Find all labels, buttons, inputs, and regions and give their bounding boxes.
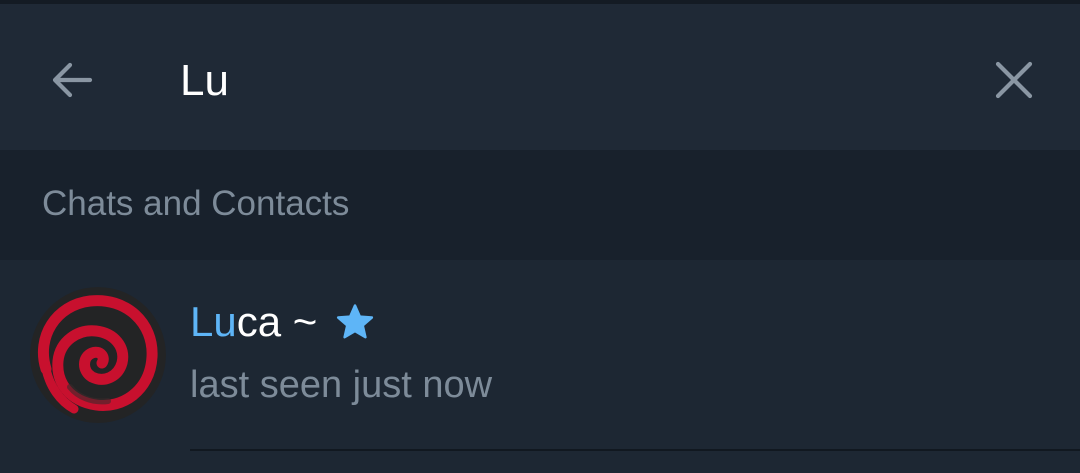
close-icon: [995, 61, 1033, 99]
contact-name: Lu ca ~: [190, 298, 375, 346]
search-bar: [0, 4, 1080, 150]
star-icon: [335, 303, 375, 341]
search-input[interactable]: [180, 50, 940, 112]
contact-status: last seen just now: [190, 364, 493, 406]
back-button[interactable]: [40, 48, 104, 112]
debian-swirl-avatar-icon: [30, 287, 166, 423]
contact-name-match: Lu: [190, 298, 237, 345]
contact-name-rest: ca ~: [236, 298, 318, 345]
row-divider: [190, 449, 1080, 451]
avatar: [30, 287, 166, 423]
chat-result-row[interactable]: Lu ca ~ last seen just now: [0, 260, 1080, 473]
section-title: Chats and Contacts: [42, 184, 350, 223]
clear-search-button[interactable]: [982, 48, 1046, 112]
arrow-left-icon: [52, 62, 93, 98]
